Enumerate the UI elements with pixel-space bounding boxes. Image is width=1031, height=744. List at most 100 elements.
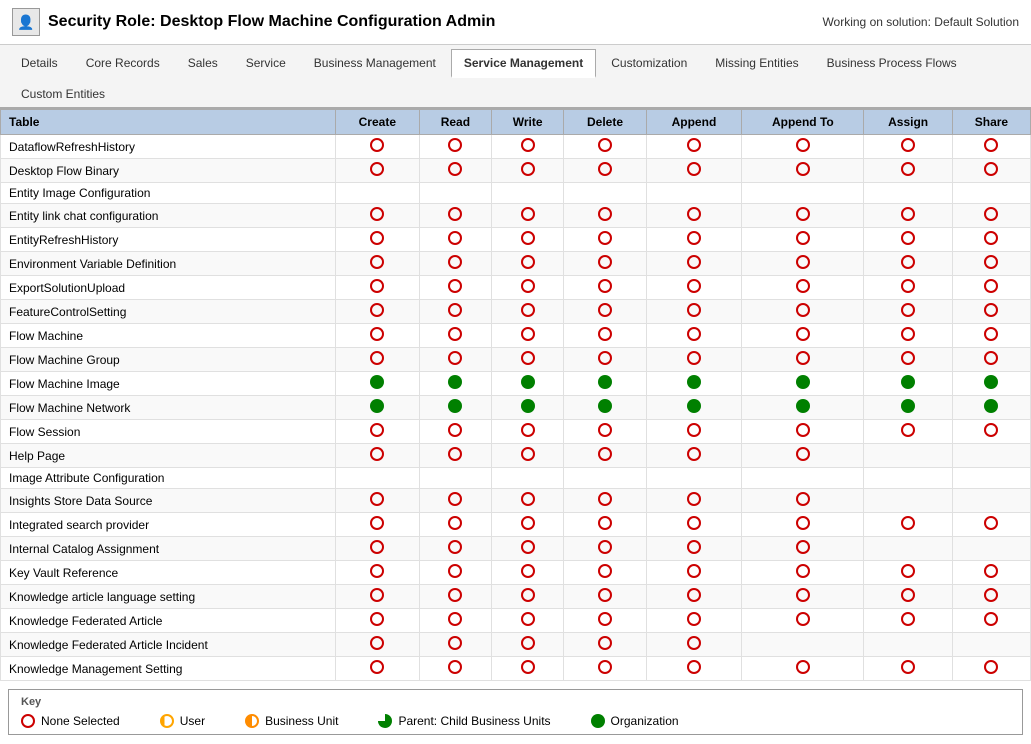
circle-none[interactable] (598, 351, 612, 365)
circle-none[interactable] (687, 588, 701, 602)
circle-org[interactable] (687, 375, 701, 389)
cell-assign[interactable] (864, 513, 952, 537)
cell-assign[interactable] (864, 159, 952, 183)
cell-append[interactable] (646, 537, 742, 561)
cell-share[interactable] (952, 468, 1030, 489)
circle-org[interactable] (901, 399, 915, 413)
cell-assign[interactable] (864, 444, 952, 468)
cell-write[interactable] (491, 396, 564, 420)
cell-delete[interactable] (564, 159, 646, 183)
cell-write[interactable] (491, 489, 564, 513)
circle-none[interactable] (598, 612, 612, 626)
circle-none[interactable] (984, 255, 998, 269)
cell-share[interactable] (952, 420, 1030, 444)
circle-org[interactable] (984, 399, 998, 413)
circle-none[interactable] (901, 207, 915, 221)
circle-none[interactable] (598, 660, 612, 674)
cell-write[interactable] (491, 561, 564, 585)
circle-none[interactable] (521, 423, 535, 437)
cell-create[interactable] (335, 537, 419, 561)
cell-assign[interactable] (864, 657, 952, 681)
tab-missing-entities[interactable]: Missing Entities (702, 49, 811, 76)
cell-appendto[interactable] (742, 183, 864, 204)
circle-none[interactable] (687, 540, 701, 554)
cell-append[interactable] (646, 396, 742, 420)
circle-none[interactable] (370, 540, 384, 554)
circle-none[interactable] (598, 303, 612, 317)
circle-none[interactable] (796, 540, 810, 554)
cell-append[interactable] (646, 135, 742, 159)
circle-none[interactable] (448, 423, 462, 437)
cell-appendto[interactable] (742, 657, 864, 681)
circle-none[interactable] (687, 255, 701, 269)
cell-append[interactable] (646, 204, 742, 228)
cell-append[interactable] (646, 228, 742, 252)
circle-none[interactable] (984, 612, 998, 626)
circle-none[interactable] (687, 303, 701, 317)
circle-none[interactable] (984, 279, 998, 293)
circle-none[interactable] (598, 492, 612, 506)
cell-write[interactable] (491, 159, 564, 183)
circle-org[interactable] (448, 375, 462, 389)
cell-appendto[interactable] (742, 204, 864, 228)
cell-share[interactable] (952, 396, 1030, 420)
circle-none[interactable] (687, 207, 701, 221)
cell-append[interactable] (646, 372, 742, 396)
cell-create[interactable] (335, 135, 419, 159)
circle-none[interactable] (687, 351, 701, 365)
circle-none[interactable] (984, 351, 998, 365)
cell-write[interactable] (491, 537, 564, 561)
cell-create[interactable] (335, 489, 419, 513)
circle-none[interactable] (598, 423, 612, 437)
cell-assign[interactable] (864, 228, 952, 252)
circle-none[interactable] (796, 447, 810, 461)
cell-create[interactable] (335, 633, 419, 657)
cell-write[interactable] (491, 300, 564, 324)
cell-write[interactable] (491, 609, 564, 633)
cell-delete[interactable] (564, 513, 646, 537)
circle-none[interactable] (370, 423, 384, 437)
cell-write[interactable] (491, 444, 564, 468)
circle-none[interactable] (598, 447, 612, 461)
cell-read[interactable] (419, 609, 491, 633)
circle-none[interactable] (521, 492, 535, 506)
cell-read[interactable] (419, 444, 491, 468)
cell-write[interactable] (491, 135, 564, 159)
circle-none[interactable] (521, 255, 535, 269)
cell-delete[interactable] (564, 252, 646, 276)
circle-none[interactable] (984, 138, 998, 152)
circle-none[interactable] (984, 327, 998, 341)
cell-read[interactable] (419, 633, 491, 657)
cell-read[interactable] (419, 585, 491, 609)
circle-none[interactable] (796, 423, 810, 437)
circle-none[interactable] (448, 255, 462, 269)
circle-none[interactable] (901, 351, 915, 365)
circle-none[interactable] (598, 516, 612, 530)
circle-none[interactable] (521, 231, 535, 245)
cell-assign[interactable] (864, 585, 952, 609)
cell-read[interactable] (419, 135, 491, 159)
cell-share[interactable] (952, 183, 1030, 204)
circle-none[interactable] (901, 327, 915, 341)
cell-create[interactable] (335, 183, 419, 204)
cell-append[interactable] (646, 183, 742, 204)
circle-none[interactable] (370, 564, 384, 578)
circle-none[interactable] (521, 303, 535, 317)
circle-none[interactable] (521, 636, 535, 650)
cell-assign[interactable] (864, 252, 952, 276)
circle-none[interactable] (370, 660, 384, 674)
circle-none[interactable] (370, 303, 384, 317)
cell-delete[interactable] (564, 561, 646, 585)
cell-create[interactable] (335, 228, 419, 252)
circle-none[interactable] (370, 447, 384, 461)
tab-core-records[interactable]: Core Records (73, 49, 173, 76)
cell-read[interactable] (419, 420, 491, 444)
circle-org[interactable] (796, 375, 810, 389)
cell-assign[interactable] (864, 324, 952, 348)
circle-none[interactable] (370, 162, 384, 176)
circle-none[interactable] (687, 279, 701, 293)
circle-org[interactable] (598, 399, 612, 413)
circle-none[interactable] (448, 540, 462, 554)
cell-create[interactable] (335, 585, 419, 609)
cell-read[interactable] (419, 513, 491, 537)
